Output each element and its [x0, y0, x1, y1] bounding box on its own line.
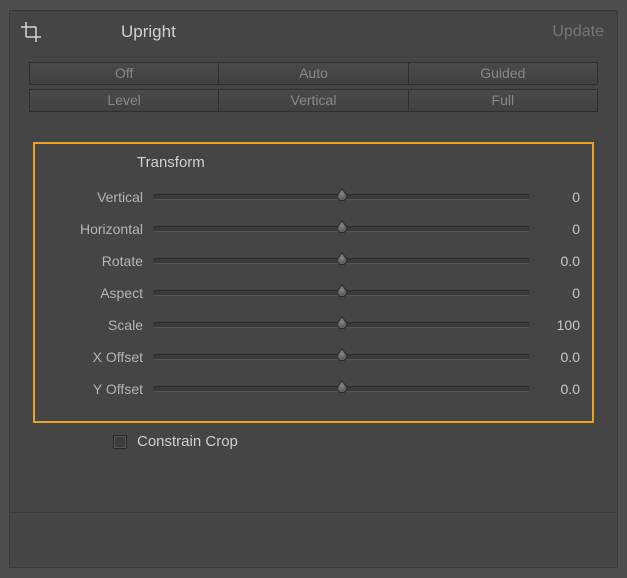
- constrain-crop-checkbox[interactable]: [113, 435, 127, 449]
- upright-mode-group: Off Auto Guided Level Vertical Full: [9, 54, 618, 112]
- upright-mode-row-1: Off Auto Guided: [29, 62, 598, 85]
- slider-row-aspect: Aspect 0: [35, 277, 580, 309]
- slider-knob-icon[interactable]: [334, 220, 350, 236]
- slider-label-rotate: Rotate: [35, 253, 153, 269]
- slider-knob-icon[interactable]: [334, 380, 350, 396]
- slider-yoffset[interactable]: [153, 381, 530, 397]
- slider-rotate[interactable]: [153, 253, 530, 269]
- slider-row-scale: Scale 100: [35, 309, 580, 341]
- slider-label-horizontal: Horizontal: [35, 221, 153, 237]
- slider-row-vertical: Vertical 0: [35, 181, 580, 213]
- divider: [9, 567, 618, 568]
- slider-knob-icon[interactable]: [334, 188, 350, 204]
- mode-auto[interactable]: Auto: [218, 62, 407, 85]
- transform-panel: Upright Update Off Auto Guided Level Ver…: [9, 10, 618, 568]
- slider-aspect[interactable]: [153, 285, 530, 301]
- slider-value-yoffset[interactable]: 0.0: [530, 381, 580, 397]
- slider-row-xoffset: X Offset 0.0: [35, 341, 580, 373]
- slider-knob-icon[interactable]: [334, 348, 350, 364]
- slider-scale[interactable]: [153, 317, 530, 333]
- slider-label-xoffset: X Offset: [35, 349, 153, 365]
- slider-value-xoffset[interactable]: 0.0: [530, 349, 580, 365]
- slider-row-horizontal: Horizontal 0: [35, 213, 580, 245]
- constrain-crop-label: Constrain Crop: [137, 433, 238, 450]
- slider-horizontal[interactable]: [153, 221, 530, 237]
- slider-label-yoffset: Y Offset: [35, 381, 153, 397]
- slider-label-vertical: Vertical: [35, 189, 153, 205]
- slider-value-aspect[interactable]: 0: [530, 285, 580, 301]
- transform-heading: Transform: [35, 154, 580, 171]
- mode-guided[interactable]: Guided: [408, 62, 598, 85]
- mode-full[interactable]: Full: [408, 89, 598, 112]
- panel-header: Upright Update: [9, 10, 618, 54]
- slider-knob-icon[interactable]: [334, 252, 350, 268]
- slider-row-yoffset: Y Offset 0.0: [35, 373, 580, 405]
- transform-section: Transform Vertical 0 Horizontal 0 Rotate 0.0 A…: [33, 142, 594, 423]
- mode-level[interactable]: Level: [29, 89, 218, 112]
- slider-xoffset[interactable]: [153, 349, 530, 365]
- slider-value-rotate[interactable]: 0.0: [530, 253, 580, 269]
- constrain-crop-row: Constrain Crop: [9, 433, 618, 450]
- upright-mode-row-2: Level Vertical Full: [29, 89, 598, 112]
- slider-label-aspect: Aspect: [35, 285, 153, 301]
- slider-value-horizontal[interactable]: 0: [530, 221, 580, 237]
- slider-value-vertical[interactable]: 0: [530, 189, 580, 205]
- slider-value-scale[interactable]: 100: [530, 317, 580, 333]
- slider-knob-icon[interactable]: [334, 284, 350, 300]
- update-button[interactable]: Update: [552, 23, 618, 41]
- mode-off[interactable]: Off: [29, 62, 218, 85]
- slider-row-rotate: Rotate 0.0: [35, 245, 580, 277]
- crop-icon[interactable]: [9, 22, 53, 42]
- slider-label-scale: Scale: [35, 317, 153, 333]
- divider: [9, 512, 618, 513]
- panel-title: Upright: [53, 22, 552, 42]
- mode-vertical[interactable]: Vertical: [218, 89, 407, 112]
- slider-vertical[interactable]: [153, 189, 530, 205]
- slider-knob-icon[interactable]: [334, 316, 350, 332]
